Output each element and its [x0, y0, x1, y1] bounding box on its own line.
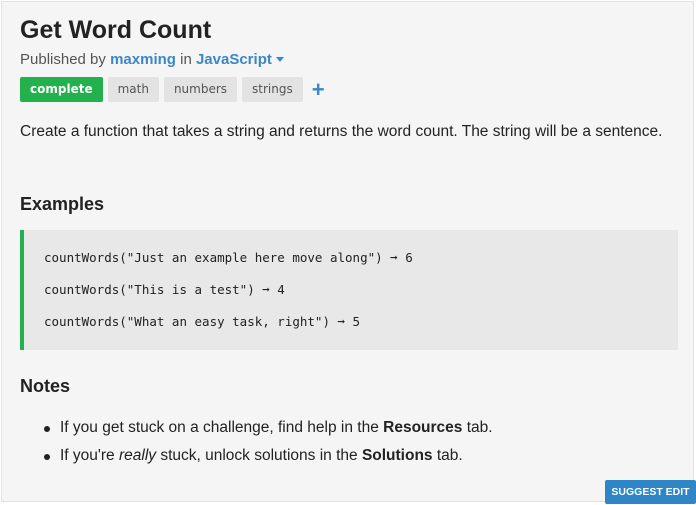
example-line: countWords("Just an example here move al… [44, 250, 413, 265]
add-tag-icon[interactable]: + [312, 77, 325, 102]
language-label: JavaScript [195, 51, 272, 68]
status-badge: complete [20, 77, 103, 102]
example-line: countWords("What an easy task, right") ➞… [44, 314, 361, 329]
note-text: If you're [60, 447, 119, 464]
note-bold-text: Resources [383, 419, 463, 436]
byline: Published by maxming in JavaScript [20, 51, 284, 68]
tag-strings[interactable]: strings [242, 77, 303, 102]
note-bold-text: Solutions [361, 447, 433, 464]
published-by-label: Published by [20, 51, 106, 68]
suggest-edit-button[interactable]: SUGGEST EDIT [605, 480, 696, 504]
example-line: countWords("This is a test") ➞ 4 [44, 282, 285, 297]
chevron-down-icon [275, 56, 284, 62]
notes-list: If you get stuck on a challenge, find he… [40, 417, 493, 473]
challenge-card: Get Word Count Published by maxming in J… [1, 1, 696, 504]
tag-math[interactable]: math [107, 77, 159, 102]
note-text: stuck, unlock solutions in the [156, 447, 362, 464]
examples-heading: Examples [20, 194, 105, 214]
note-item: If you're really stuck, unlock solutions… [40, 445, 493, 473]
tag-list: complete math numbers strings + [20, 77, 325, 102]
challenge-title: Get Word Count [20, 16, 212, 44]
author-link[interactable]: maxming [110, 51, 176, 68]
notes-heading: Notes [20, 376, 71, 396]
note-text: tab. [432, 447, 463, 464]
note-text: tab. [462, 419, 493, 436]
note-italic-text: really [118, 447, 157, 464]
examples-code-block: countWords("Just an example here move al… [20, 230, 678, 350]
tag-numbers[interactable]: numbers [163, 77, 238, 102]
language-dropdown[interactable]: JavaScript [196, 51, 284, 68]
challenge-description: Create a function that takes a string an… [20, 123, 663, 140]
note-item: If you get stuck on a challenge, find he… [40, 417, 493, 445]
in-label: in [180, 51, 192, 68]
note-text: If you get stuck on a challenge, find he… [60, 419, 384, 436]
